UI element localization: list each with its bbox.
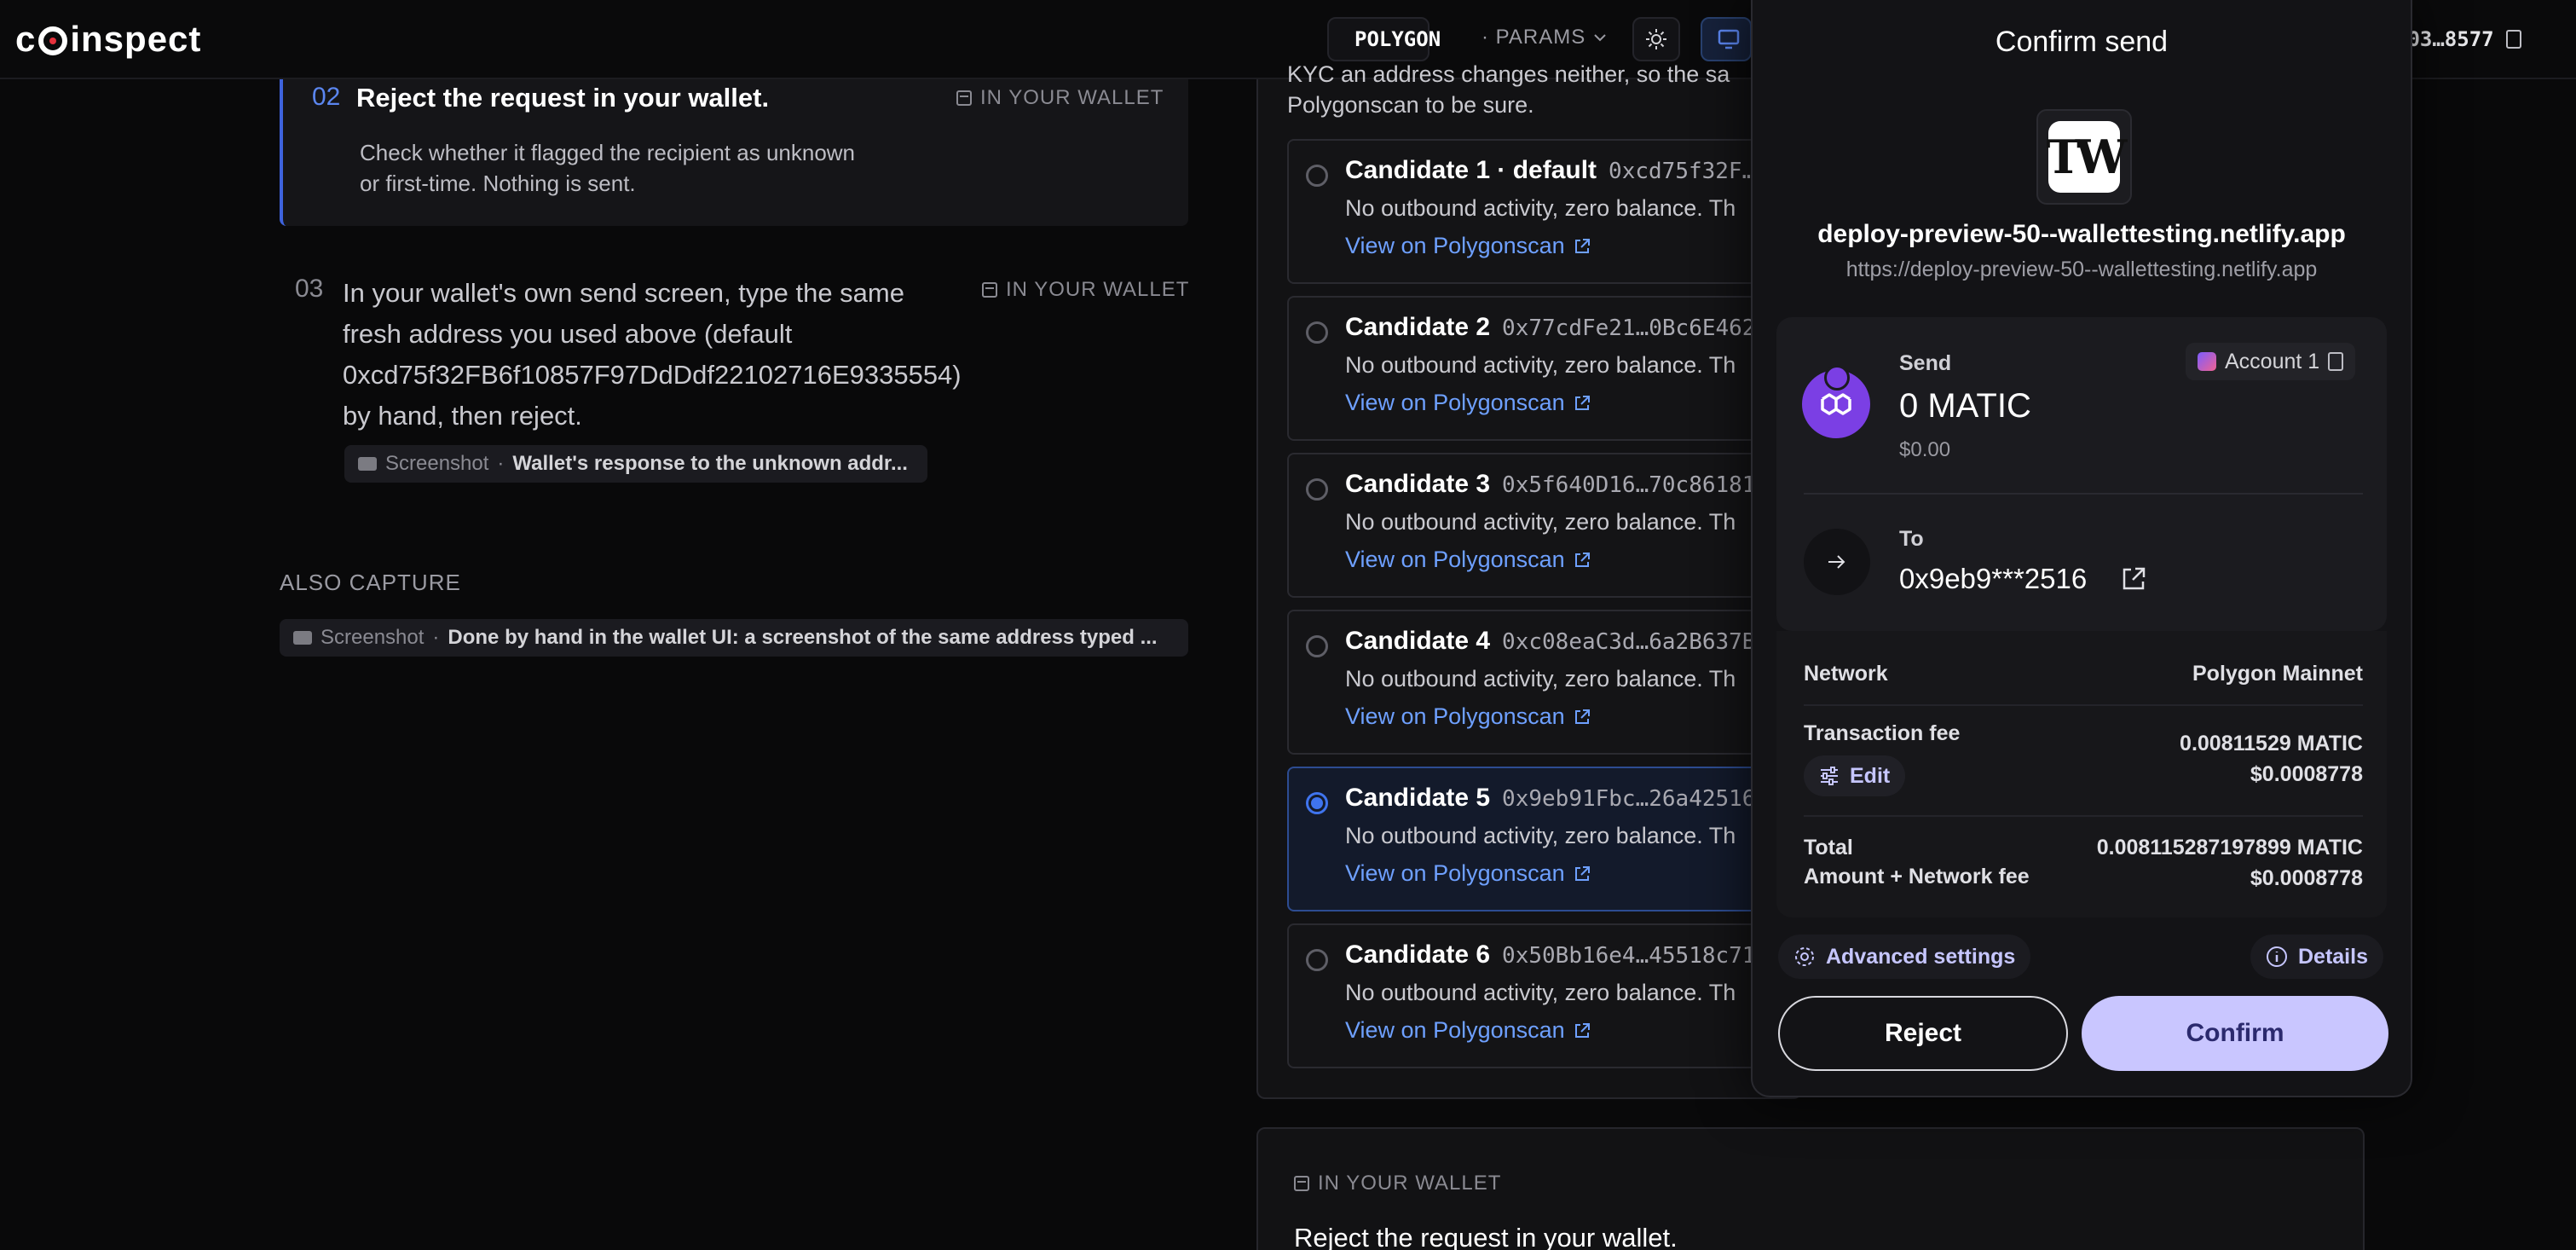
send-label: Send bbox=[1899, 351, 1952, 375]
polygonscan-link[interactable]: View on Polygonscan bbox=[1345, 233, 1591, 259]
params-menu[interactable]: · PARAMS bbox=[1481, 26, 1606, 49]
arrow-right-icon bbox=[1804, 529, 1870, 595]
candidate-option[interactable]: Candidate 3 0x5f640D16…70c86181 No outbou… bbox=[1287, 453, 1799, 598]
info-icon bbox=[2267, 946, 2287, 967]
external-link-icon bbox=[1574, 1022, 1590, 1038]
camera-icon bbox=[293, 631, 312, 645]
step-card: IN YOUR WALLET Reject the request in you… bbox=[1256, 1127, 2365, 1250]
radio-button-selected[interactable] bbox=[1306, 792, 1328, 814]
in-your-wallet-tag: IN YOUR WALLET bbox=[982, 278, 1189, 302]
popup-title: Confirm send bbox=[1995, 26, 2169, 58]
edit-fee-button[interactable]: Edit bbox=[1804, 755, 1906, 796]
account-avatar bbox=[2198, 352, 2216, 371]
candidate-option[interactable]: Candidate 2 0x77cdFe21…0Bc6E462 No outbou… bbox=[1287, 296, 1799, 441]
sliders-icon bbox=[1821, 767, 1838, 785]
network-selector[interactable]: POLYGON bbox=[1327, 17, 1441, 61]
confirm-button[interactable]: Confirm bbox=[2082, 996, 2388, 1071]
logo-mark-icon bbox=[38, 26, 68, 55]
divider bbox=[1804, 493, 2363, 495]
polygonscan-link[interactable]: View on Polygonscan bbox=[1345, 1017, 1591, 1044]
polygonscan-link[interactable]: View on Polygonscan bbox=[1345, 390, 1591, 416]
panel-intro: KYC an address changes neither, so the s… bbox=[1287, 61, 1730, 118]
step-number: 03 bbox=[295, 275, 324, 303]
reject-button[interactable]: Reject bbox=[1778, 996, 2068, 1071]
recipient-address: 0x9eb9***2516 bbox=[1899, 563, 2146, 595]
network-badge-icon bbox=[1824, 365, 1850, 391]
in-your-wallet-tag: IN YOUR WALLET bbox=[1294, 1172, 1501, 1195]
coinspect-logo[interactable]: c inspect bbox=[15, 19, 201, 60]
copy-icon[interactable] bbox=[2328, 352, 2344, 371]
chevron-down-icon bbox=[1594, 34, 1606, 42]
candidate-option[interactable]: Candidate 4 0xc08eaC3d…6a2B637B No outbou… bbox=[1287, 610, 1799, 755]
also-capture-heading: ALSO CAPTURE bbox=[280, 570, 461, 595]
copy-icon[interactable] bbox=[2505, 30, 2521, 49]
external-link-icon bbox=[1574, 552, 1590, 567]
step-03-text: In your wallet's own send screen, type t… bbox=[343, 278, 962, 431]
divider bbox=[1804, 815, 2363, 817]
step-body: Check whether it flagged the recipient a… bbox=[360, 140, 856, 196]
screenshot-chip[interactable]: Screenshot · Wallet's response to the un… bbox=[344, 445, 927, 483]
step-02-card: 02 Reject the request in your wallet. IN… bbox=[280, 79, 1188, 226]
details-button[interactable]: Details bbox=[2250, 935, 2383, 979]
candidate-option[interactable]: Candidate 6 0x50Bb16e4…45518c71 No outbou… bbox=[1287, 923, 1799, 1068]
step-number: 02 bbox=[312, 83, 341, 111]
send-amount-usd: $0.00 bbox=[1899, 438, 1951, 461]
external-link-icon[interactable] bbox=[2121, 566, 2146, 592]
in-your-wallet-tag: IN YOUR WALLET bbox=[956, 86, 1164, 110]
site-url: https://deploy-preview-50--wallettesting… bbox=[1845, 258, 2318, 281]
external-link-icon bbox=[1574, 865, 1590, 881]
step-title: Reject the request in your wallet. bbox=[356, 83, 770, 113]
sun-icon bbox=[1646, 29, 1666, 49]
to-label: To bbox=[1899, 527, 1924, 551]
advanced-settings-button[interactable]: Advanced settings bbox=[1778, 935, 2031, 979]
wallet-icon bbox=[1294, 1176, 1309, 1191]
device-toggle-button[interactable] bbox=[1701, 17, 1752, 61]
external-link-icon bbox=[1574, 395, 1590, 410]
radio-button[interactable] bbox=[1306, 165, 1328, 187]
radio-button[interactable] bbox=[1306, 949, 1328, 971]
candidate-option-selected[interactable]: Candidate 5 0x9eb91Fbc…26a42516 No outbou… bbox=[1287, 767, 1799, 911]
site-logo: TW bbox=[2036, 109, 2132, 205]
site-name: deploy-preview-50--wallettesting.netlify… bbox=[1817, 220, 2346, 248]
candidate-address-panel: KYC an address changes neither, so the s… bbox=[1256, 61, 1802, 1099]
gear-icon bbox=[1795, 947, 1814, 966]
candidate-option[interactable]: Candidate 1 · default 0xcd75f32F…E No out… bbox=[1287, 139, 1799, 284]
screenshot-chip[interactable]: Screenshot · Done by hand in the wallet … bbox=[280, 619, 1188, 657]
polygonscan-link[interactable]: View on Polygonscan bbox=[1345, 860, 1591, 887]
divider bbox=[1804, 704, 2363, 706]
monitor-icon bbox=[1718, 29, 1740, 49]
step-title: Reject the request in your wallet. bbox=[1294, 1223, 1678, 1250]
send-summary-card: Send Account 1 0 MATIC $0.00 To 0x9eb9**… bbox=[1776, 317, 2387, 631]
radio-button[interactable] bbox=[1306, 321, 1328, 344]
radio-button[interactable] bbox=[1306, 635, 1328, 657]
radio-button[interactable] bbox=[1306, 478, 1328, 501]
wallet-icon bbox=[956, 90, 972, 106]
camera-icon bbox=[358, 457, 377, 471]
connected-address[interactable]: 603…8577 bbox=[2395, 17, 2576, 61]
wallet-icon bbox=[982, 282, 997, 298]
account-selector[interactable]: Account 1 bbox=[2186, 343, 2356, 380]
send-amount: 0 MATIC bbox=[1899, 387, 2031, 425]
polygonscan-link[interactable]: View on Polygonscan bbox=[1345, 703, 1591, 730]
polygonscan-link[interactable]: View on Polygonscan bbox=[1345, 547, 1591, 573]
theme-toggle-button[interactable] bbox=[1632, 17, 1680, 61]
external-link-icon bbox=[1574, 709, 1590, 724]
external-link-icon bbox=[1574, 238, 1590, 253]
wallet-confirm-popup: Confirm send TW deploy-preview-50--walle… bbox=[1751, 0, 2412, 1097]
